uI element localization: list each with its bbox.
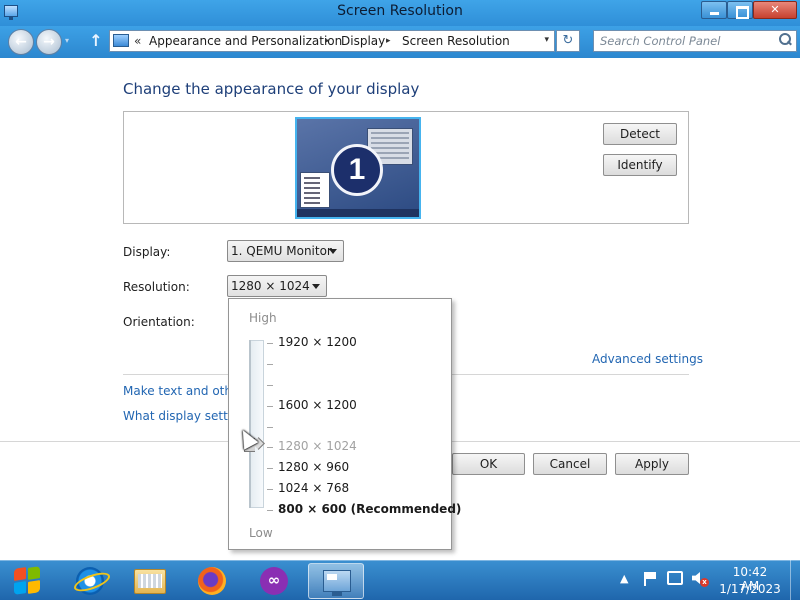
- breadcrumb-appearance[interactable]: Appearance and Personalization: [149, 34, 342, 48]
- address-bar[interactable]: « Appearance and Personalization ▸ Displ…: [109, 30, 555, 52]
- breadcrumb-overflow[interactable]: «: [134, 34, 141, 48]
- minimize-button[interactable]: [701, 1, 727, 19]
- resolution-dropdown[interactable]: High 1920 × 1200 1600 × 1200 1280 × 1024…: [228, 298, 461, 550]
- display-settings-help-link[interactable]: What display setting: [123, 409, 231, 423]
- resolution-option-800x600[interactable]: 800 × 600 (Recommended): [278, 502, 461, 516]
- action-center-flag-icon[interactable]: [644, 572, 656, 586]
- breadcrumb-separator[interactable]: ▸: [325, 36, 330, 46]
- slider-tick: [267, 343, 273, 344]
- cancel-button[interactable]: Cancel: [533, 453, 607, 475]
- taskbar-screen-resolution[interactable]: [308, 563, 364, 599]
- chevron-down-icon: [329, 249, 337, 254]
- resolution-option-1920x1200[interactable]: 1920 × 1200: [278, 335, 357, 349]
- resolution-option-1280x960[interactable]: 1280 × 960: [278, 460, 349, 474]
- display-label: Display:: [123, 245, 171, 259]
- ok-button[interactable]: OK: [452, 453, 525, 475]
- start-button[interactable]: [4, 562, 52, 600]
- show-desktop-button[interactable]: [790, 560, 800, 600]
- network-icon[interactable]: [667, 571, 683, 585]
- search-input[interactable]: [593, 30, 797, 52]
- slider-tick: [267, 427, 273, 428]
- breadcrumb-separator[interactable]: ▸: [386, 36, 391, 46]
- taskbar-internet-explorer[interactable]: e: [62, 563, 118, 599]
- control-panel-icon: [113, 34, 129, 47]
- app-icon: ∞: [260, 567, 288, 595]
- window-title: Screen Resolution: [337, 3, 463, 19]
- orientation-label: Orientation:: [123, 315, 195, 329]
- resolution-slider-track[interactable]: [250, 340, 264, 508]
- page-title: Change the appearance of your display: [123, 80, 420, 98]
- monitor-taskbar-thumbnail: [297, 209, 419, 217]
- detect-button[interactable]: Detect: [603, 123, 677, 145]
- breadcrumb-screen-resolution[interactable]: Screen Resolution: [402, 34, 510, 48]
- identify-button[interactable]: Identify: [603, 154, 677, 176]
- monitor-1-preview[interactable]: 1: [295, 117, 421, 219]
- forward-button[interactable]: →: [36, 29, 62, 55]
- taskbar-firefox[interactable]: [184, 563, 240, 599]
- slider-tick: [267, 510, 273, 511]
- show-hidden-icons-button[interactable]: ▲: [620, 572, 628, 585]
- back-button[interactable]: ←: [8, 29, 34, 55]
- taskbar-file-explorer[interactable]: [122, 563, 178, 599]
- resolution-option-1600x1200[interactable]: 1600 × 1200: [278, 398, 357, 412]
- chevron-down-icon: [312, 284, 320, 289]
- breadcrumb-display[interactable]: Display: [341, 34, 385, 48]
- up-button[interactable]: ↑: [86, 30, 106, 52]
- display-select-value: 1. QEMU Monitor: [231, 244, 332, 258]
- slider-tick: [267, 468, 273, 469]
- maximize-button[interactable]: [727, 1, 753, 19]
- firefox-icon: [198, 567, 226, 595]
- slider-tick: [267, 385, 273, 386]
- resolution-label: Resolution:: [123, 280, 190, 294]
- refresh-button[interactable]: ↻: [556, 30, 580, 52]
- navigation-bar: ← → ▾ ↑ « Appearance and Personalization…: [0, 26, 800, 58]
- slider-rail: [249, 340, 251, 508]
- slider-high-label: High: [249, 311, 277, 325]
- resolution-option-1024x768[interactable]: 1024 × 768: [278, 481, 349, 495]
- resolution-select-value: 1280 × 1024: [231, 279, 310, 293]
- display-settings-icon: [323, 570, 351, 596]
- search-icon[interactable]: [778, 33, 791, 46]
- slider-tick: [267, 406, 273, 407]
- recent-pages-dropdown-icon[interactable]: ▾: [65, 36, 69, 45]
- title-bar: Screen Resolution ✕: [0, 0, 800, 26]
- close-button[interactable]: ✕: [753, 1, 797, 19]
- display-select[interactable]: 1. QEMU Monitor: [227, 240, 344, 262]
- slider-tick: [267, 489, 273, 490]
- resolution-option-1280x1024[interactable]: 1280 × 1024: [278, 439, 357, 453]
- file-explorer-icon: [134, 569, 166, 594]
- advanced-settings-link[interactable]: Advanced settings: [592, 352, 703, 366]
- monitor-number-badge: 1: [331, 144, 383, 196]
- slider-low-label: Low: [249, 526, 273, 540]
- resolution-select[interactable]: 1280 × 1024: [227, 275, 327, 297]
- apply-button[interactable]: Apply: [615, 453, 689, 475]
- slider-tick: [267, 364, 273, 365]
- text-size-link[interactable]: Make text and other: [123, 384, 231, 398]
- volume-muted-badge: x: [700, 578, 709, 587]
- address-dropdown-icon[interactable]: ▾: [544, 35, 549, 45]
- clock-date[interactable]: 1/17/2023: [718, 582, 782, 596]
- taskbar-app[interactable]: ∞: [246, 563, 302, 599]
- monitor-window-thumbnail: [300, 172, 330, 208]
- start-icon: [14, 566, 42, 595]
- slider-tick: [267, 447, 273, 448]
- internet-explorer-icon: e: [76, 567, 104, 595]
